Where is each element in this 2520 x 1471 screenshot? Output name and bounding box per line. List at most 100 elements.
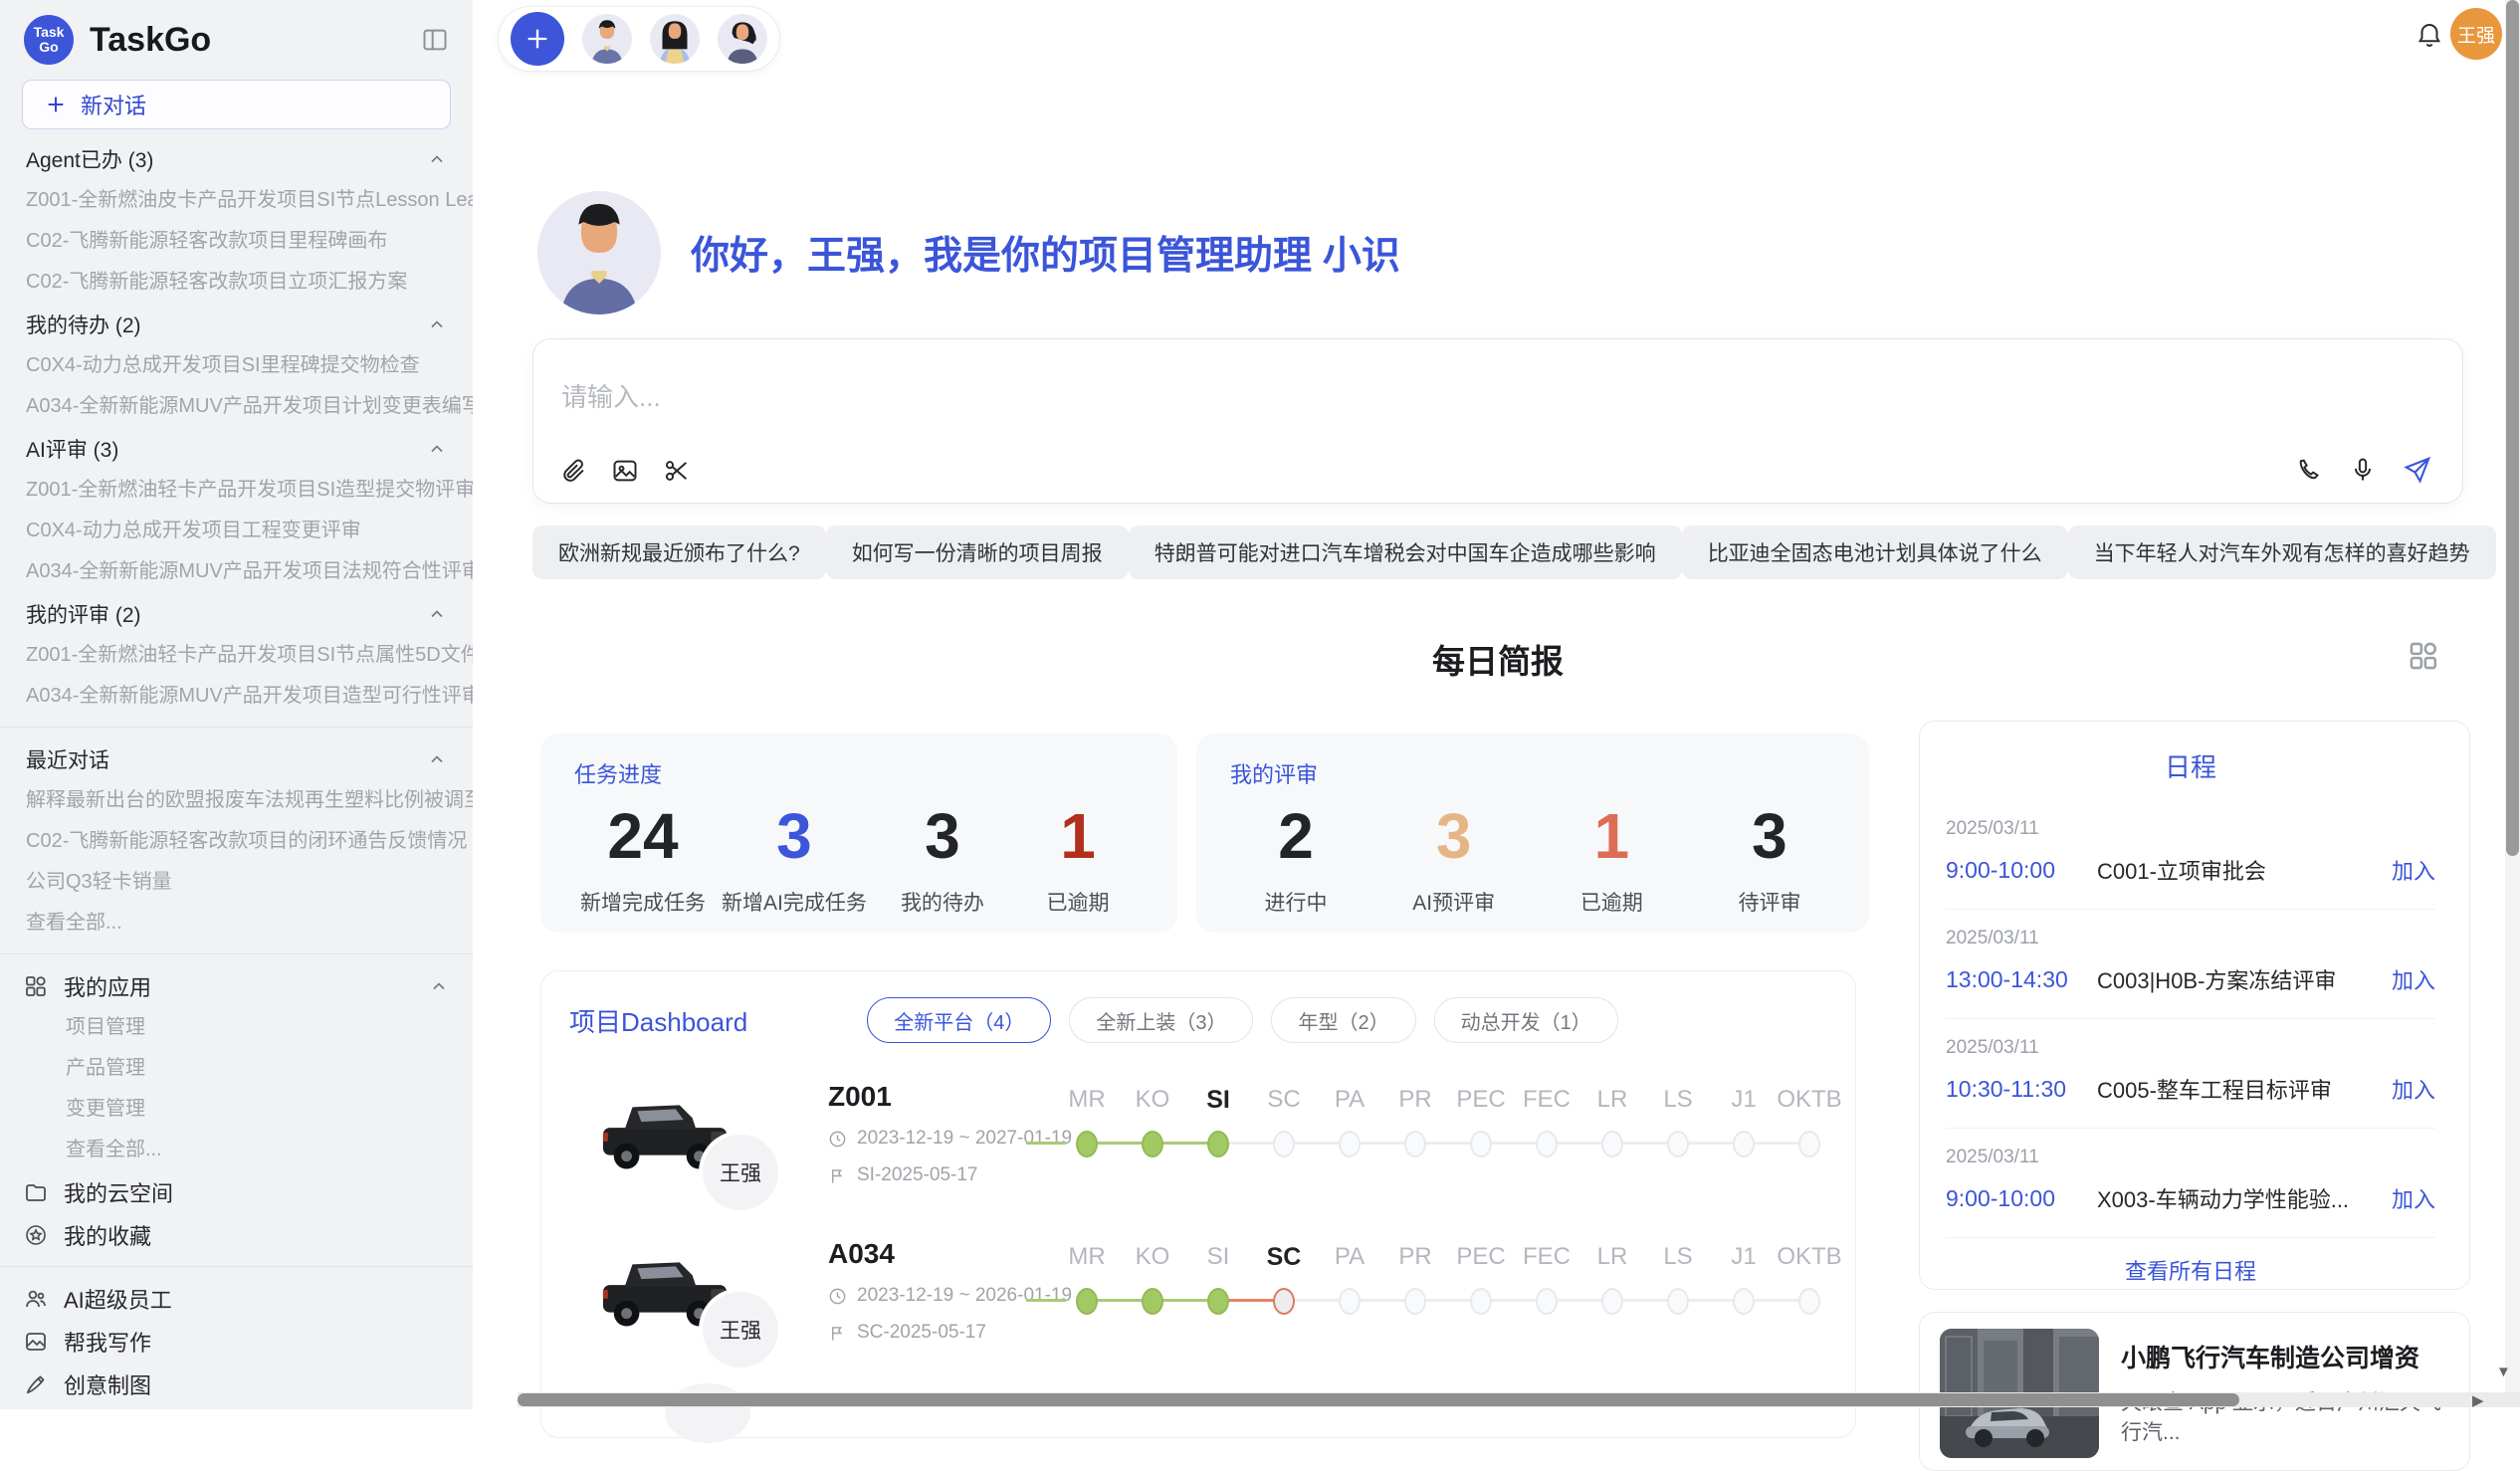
- app-link-project[interactable]: 项目管理: [0, 1007, 473, 1048]
- recent-conversation[interactable]: 解释最新出台的欧盟报废车法规再生塑料比例被调至15%...: [0, 780, 473, 821]
- project-owner-badge: 王强: [699, 1131, 782, 1214]
- clock-icon: [828, 1130, 847, 1149]
- chevron-up-icon[interactable]: [427, 315, 447, 334]
- section-label: Agent已办 (3): [26, 144, 153, 174]
- sidebar-section-agent-done[interactable]: Agent已办 (3): [0, 137, 473, 180]
- sidebar-item[interactable]: Z001-全新燃油皮卡产品开发项目SI节点Lesson Learn报告: [0, 180, 473, 221]
- milestone: LS: [1645, 1242, 1711, 1315]
- view-all-schedule-link[interactable]: 查看所有日程: [1946, 1254, 2435, 1286]
- avatar[interactable]: [718, 14, 767, 64]
- sidebar-favorites[interactable]: 我的收藏: [0, 1213, 473, 1256]
- suggestion-chip[interactable]: 特朗普可能对进口汽车增税会对中国车企造成哪些影响: [1129, 525, 1682, 579]
- recent-view-all[interactable]: 查看全部...: [0, 903, 473, 944]
- schedule-item: 2025/03/11 9:00-10:00 C001-立项审批会 加入: [1946, 800, 2435, 910]
- join-link[interactable]: 加入: [2392, 1182, 2435, 1214]
- sidebar-item[interactable]: C0X4-动力总成开发项目SI里程碑提交物检查: [0, 345, 473, 386]
- app-link-change[interactable]: 变更管理: [0, 1089, 473, 1130]
- project-info: A034 2023-12-19 ~ 2026-01-19 SC-2025-05-…: [828, 1238, 1072, 1344]
- paperclip-icon[interactable]: [559, 457, 587, 485]
- sidebar-item[interactable]: Z001-全新燃油轻卡产品开发项目SI节点属性5D文件评审: [0, 635, 473, 676]
- phone-icon[interactable]: [2295, 456, 2323, 484]
- sidebar-item[interactable]: A034-全新新能源MUV产品开发项目法规符合性评审: [0, 551, 473, 592]
- add-agent-button[interactable]: [511, 12, 564, 66]
- chat-input[interactable]: 请输入...: [532, 338, 2463, 504]
- filter-chip[interactable]: 全新上装（3）: [1069, 997, 1253, 1043]
- folder-icon: [24, 1180, 48, 1204]
- schedule-time: 10:30-11:30: [1946, 1076, 2097, 1103]
- sidebar-item[interactable]: Z001-全新燃油轻卡产品开发项目SI造型提交物评审: [0, 470, 473, 511]
- avatar[interactable]: [650, 14, 700, 64]
- milestone: PEC: [1448, 1085, 1514, 1157]
- microphone-icon[interactable]: [2349, 456, 2377, 484]
- milestone-dot-pending: [1273, 1131, 1295, 1157]
- chevron-up-icon[interactable]: [427, 439, 447, 459]
- sidebar-section-recent[interactable]: 最近对话: [0, 737, 473, 780]
- stat-value: 1: [1594, 803, 1630, 869]
- suggestion-chip[interactable]: 比亚迪全固态电池计划具体说了什么: [1682, 525, 2068, 579]
- chevron-up-icon[interactable]: [427, 604, 447, 624]
- chevron-up-icon[interactable]: [427, 149, 447, 169]
- suggestion-chip[interactable]: 如何写一份清晰的项目周报: [826, 525, 1129, 579]
- notification-bell-icon[interactable]: [2415, 20, 2444, 50]
- sidebar-item[interactable]: C02-飞腾新能源轻客改款项目立项汇报方案: [0, 262, 473, 303]
- sidebar-cloud-space[interactable]: 我的云空间: [0, 1170, 473, 1213]
- sidebar-section-ai-review[interactable]: AI评审 (3): [0, 427, 473, 470]
- vertical-scrollbar[interactable]: [2505, 0, 2520, 1392]
- sidebar-my-apps[interactable]: 我的应用: [0, 964, 473, 1007]
- sidebar-ai-employee[interactable]: AI超级员工: [0, 1277, 473, 1320]
- plus-icon: [524, 25, 551, 53]
- project-row[interactable]: 王强 A034 2023-12-19 ~ 2026-01-19 SC-2025-…: [541, 1228, 1855, 1387]
- milestone-dot-pending: [1339, 1131, 1361, 1157]
- recent-conversation[interactable]: 公司Q3轻卡销量: [0, 862, 473, 903]
- my-apps-label: 我的应用: [64, 970, 151, 1002]
- suggestion-chip[interactable]: 欧洲新规最近颁布了什么?: [532, 525, 826, 579]
- filter-chip-selected[interactable]: 全新平台（4）: [867, 997, 1051, 1043]
- vertical-scrollbar-thumb[interactable]: [2506, 0, 2519, 856]
- project-row[interactable]: 王强 Z001 2023-12-19 ~ 2027-01-19 SI-2025-…: [541, 1071, 1855, 1230]
- sidebar-item[interactable]: A034-全新新能源MUV产品开发项目造型可行性评审: [0, 676, 473, 717]
- milestone: LS: [1645, 1085, 1711, 1157]
- sidebar-item[interactable]: C0X4-动力总成开发项目工程变更评审: [0, 511, 473, 551]
- filter-chip[interactable]: 年型（2）: [1271, 997, 1415, 1043]
- news-card[interactable]: 小鹏飞行汽车制造公司增资 天眼查 App 显示，近日广州汇天飞行汽...: [1919, 1312, 2470, 1471]
- sidebar-creative-draw[interactable]: 创意制图: [0, 1363, 473, 1405]
- schedule-list: 2025/03/11 9:00-10:00 C001-立项审批会 加入 2025…: [1946, 800, 2435, 1238]
- recent-conversation[interactable]: C02-飞腾新能源轻客改款项目的闭环通告反馈情况: [0, 821, 473, 862]
- pen-icon: [24, 1372, 48, 1396]
- join-link[interactable]: 加入: [2392, 1073, 2435, 1105]
- join-link[interactable]: 加入: [2392, 854, 2435, 886]
- sidebar-help-write[interactable]: 帮我写作: [0, 1320, 473, 1363]
- stat-label: 新增AI完成任务: [722, 887, 867, 917]
- image-icon[interactable]: [611, 457, 639, 485]
- chevron-up-icon[interactable]: [429, 976, 449, 996]
- sidebar-collapse-icon[interactable]: [421, 26, 449, 54]
- join-link[interactable]: 加入: [2392, 963, 2435, 995]
- scroll-down-arrow[interactable]: ▼: [2496, 1364, 2511, 1380]
- briefing-layout-icon[interactable]: [2407, 639, 2440, 673]
- milestone-dot-pending: [1733, 1288, 1755, 1315]
- schedule-event-title: C001-立项审批会: [2097, 854, 2392, 886]
- horizontal-scrollbar[interactable]: [518, 1392, 2520, 1407]
- sidebar-section-my-review[interactable]: 我的评审 (2): [0, 592, 473, 635]
- milestone: PEC: [1448, 1242, 1514, 1315]
- app-link-view-all[interactable]: 查看全部...: [0, 1130, 473, 1170]
- scroll-right-arrow[interactable]: ▶: [2472, 1391, 2484, 1409]
- send-icon[interactable]: [2403, 455, 2432, 485]
- sidebar-item[interactable]: C02-飞腾新能源轻客改款项目里程碑画布: [0, 221, 473, 262]
- divider: [0, 953, 473, 954]
- milestone: PA: [1317, 1085, 1382, 1157]
- sidebar-section-my-todo[interactable]: 我的待办 (2): [0, 303, 473, 345]
- user-avatar[interactable]: 王强: [2450, 8, 2502, 60]
- horizontal-scrollbar-thumb[interactable]: [518, 1393, 2239, 1406]
- new-chat-button[interactable]: 新对话: [22, 80, 451, 129]
- suggestion-chip[interactable]: 当下年轻人对汽车外观有怎样的喜好趋势: [2068, 525, 2496, 579]
- sidebar-item[interactable]: A034-全新新能源MUV产品开发项目计划变更表编写: [0, 386, 473, 427]
- project-next-milestone: SI-2025-05-17: [857, 1164, 977, 1186]
- avatar[interactable]: [582, 14, 632, 64]
- new-chat-label: 新对话: [81, 89, 146, 120]
- milestone: SC: [1251, 1085, 1317, 1157]
- app-link-product[interactable]: 产品管理: [0, 1048, 473, 1089]
- filter-chip[interactable]: 动总开发（1）: [1434, 997, 1618, 1043]
- scissors-icon[interactable]: [663, 457, 691, 485]
- chevron-up-icon[interactable]: [427, 749, 447, 769]
